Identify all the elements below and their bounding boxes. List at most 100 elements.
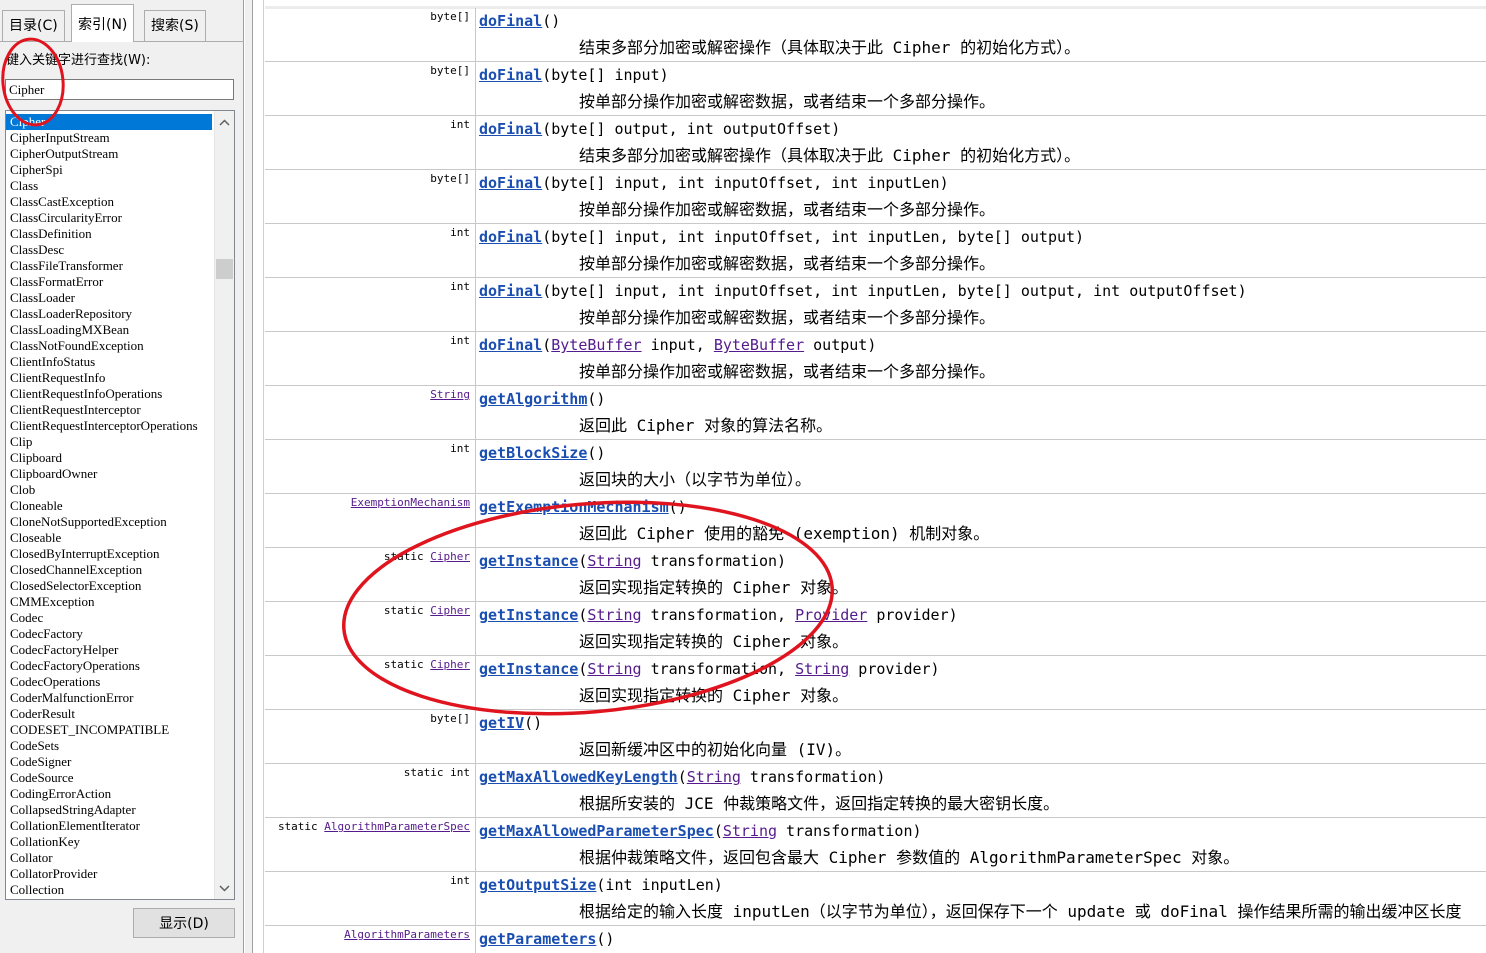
index-item[interactable]: CollapsedStringAdapter <box>6 802 212 818</box>
index-item[interactable]: CollationElementIterator <box>6 818 212 834</box>
method-signature: getMaxAllowedKeyLength(String transforma… <box>479 768 885 786</box>
index-item[interactable]: Collator <box>6 850 212 866</box>
method-name-link[interactable]: getBlockSize <box>479 444 587 462</box>
index-item[interactable]: CodecFactoryOperations <box>6 658 212 674</box>
index-item[interactable]: ClassFormatError <box>6 274 212 290</box>
index-item[interactable]: Clob <box>6 482 212 498</box>
index-item[interactable]: CoderMalfunctionError <box>6 690 212 706</box>
panel-splitter[interactable] <box>245 0 253 953</box>
index-item[interactable]: CodingErrorAction <box>6 786 212 802</box>
index-item[interactable]: ClassNotFoundException <box>6 338 212 354</box>
param-type-link[interactable]: ByteBuffer <box>551 336 641 354</box>
param-type-link[interactable]: String <box>587 660 641 678</box>
index-item[interactable]: Cloneable <box>6 498 212 514</box>
tab-index[interactable]: 索引(N) <box>71 4 135 42</box>
index-item[interactable]: ClassFileTransformer <box>6 258 212 274</box>
method-name-link[interactable]: getIV <box>479 714 524 732</box>
method-name-link[interactable]: getParameters <box>479 930 596 948</box>
method-name-link[interactable]: doFinal <box>479 228 542 246</box>
index-item[interactable]: CodecFactoryHelper <box>6 642 212 658</box>
param-type-link[interactable]: Provider <box>795 606 867 624</box>
index-item[interactable]: ClientRequestInfo <box>6 370 212 386</box>
param-type-link[interactable]: ByteBuffer <box>714 336 804 354</box>
return-type-link[interactable]: Cipher <box>430 658 470 671</box>
index-item[interactable]: ClientRequestInterceptorOperations <box>6 418 212 434</box>
index-item[interactable]: CMMException <box>6 594 212 610</box>
index-item[interactable]: ClassCircularityError <box>6 210 212 226</box>
index-item[interactable]: CODESET_INCOMPATIBLE <box>6 722 212 738</box>
return-type-link[interactable]: Cipher <box>430 550 470 563</box>
return-type-link[interactable]: String <box>430 388 470 401</box>
method-name-link[interactable]: doFinal <box>479 66 542 84</box>
method-name-link[interactable]: doFinal <box>479 12 542 30</box>
index-item[interactable]: Collection <box>6 882 212 898</box>
method-name-link[interactable]: doFinal <box>479 336 542 354</box>
index-item[interactable]: CloneNotSupportedException <box>6 514 212 530</box>
method-name-link[interactable]: getInstance <box>479 606 578 624</box>
index-list[interactable]: Cipher CipherInputStream CipherOutputStrea… <box>5 110 235 900</box>
method-name-link[interactable]: doFinal <box>479 174 542 192</box>
method-name-link[interactable]: doFinal <box>479 120 542 138</box>
index-item[interactable]: ClosedByInterruptException <box>6 546 212 562</box>
method-row: ExemptionMechanism getExemptionMechanism(… <box>265 494 1486 548</box>
method-name-link[interactable]: getInstance <box>479 552 578 570</box>
param-type-link[interactable]: String <box>723 822 777 840</box>
method-signature: doFinal() <box>479 12 560 30</box>
index-item[interactable]: CodeSets <box>6 738 212 754</box>
keyword-input[interactable] <box>5 79 234 100</box>
index-item[interactable]: ClientRequestInfoOperations <box>6 386 212 402</box>
param-type-link[interactable]: String <box>687 768 741 786</box>
display-button[interactable]: 显示(D) <box>133 908 235 938</box>
index-item[interactable]: CodecFactory <box>6 626 212 642</box>
chevron-up-icon[interactable] <box>215 113 234 131</box>
index-item[interactable]: Codec <box>6 610 212 626</box>
index-item[interactable]: CipherInputStream <box>6 130 212 146</box>
return-type: int <box>450 334 470 347</box>
index-item[interactable]: ClientInfoStatus <box>6 354 212 370</box>
index-item[interactable]: Cipher <box>6 114 212 130</box>
index-item[interactable]: ClassLoaderRepository <box>6 306 212 322</box>
index-item[interactable]: CodecOperations <box>6 674 212 690</box>
index-item[interactable]: ClassDefinition <box>6 226 212 242</box>
index-item[interactable]: CoderResult <box>6 706 212 722</box>
method-name-link[interactable]: doFinal <box>479 282 542 300</box>
index-item[interactable]: Class <box>6 178 212 194</box>
param-type-link[interactable]: String <box>795 660 849 678</box>
index-item[interactable]: CipherOutputStream <box>6 146 212 162</box>
return-type-link[interactable]: Cipher <box>430 604 470 617</box>
method-name-link[interactable]: getMaxAllowedKeyLength <box>479 768 678 786</box>
index-item[interactable]: ClassLoadingMXBean <box>6 322 212 338</box>
param-type-link[interactable]: String <box>587 606 641 624</box>
index-item[interactable]: Closeable <box>6 530 212 546</box>
index-item[interactable]: ClientRequestInterceptor <box>6 402 212 418</box>
index-item[interactable]: ClipboardOwner <box>6 466 212 482</box>
index-item[interactable]: ClassLoader <box>6 290 212 306</box>
index-item[interactable]: ClosedSelectorException <box>6 578 212 594</box>
method-row: String getAlgorithm() 返回此 Cipher 对象的算法名称。 <box>265 386 1486 440</box>
content-gutter <box>254 0 264 953</box>
index-item[interactable]: ClosedChannelException <box>6 562 212 578</box>
return-type-link[interactable]: AlgorithmParameterSpec <box>324 820 470 833</box>
chevron-down-icon[interactable] <box>215 879 234 897</box>
index-item[interactable]: CodeSigner <box>6 754 212 770</box>
index-item[interactable]: ClassCastException <box>6 194 212 210</box>
index-item[interactable]: CipherSpi <box>6 162 212 178</box>
tab-search[interactable]: 搜索(S) <box>144 10 206 42</box>
index-item[interactable]: CollationKey <box>6 834 212 850</box>
method-name-link[interactable]: getInstance <box>479 660 578 678</box>
index-item[interactable]: Clip <box>6 434 212 450</box>
method-name-link[interactable]: getAlgorithm <box>479 390 587 408</box>
method-name-link[interactable]: getExemptionMechanism <box>479 498 669 516</box>
index-scrollbar[interactable] <box>214 111 234 899</box>
scroll-thumb[interactable] <box>216 259 233 279</box>
index-item[interactable]: CollatorProvider <box>6 866 212 882</box>
param-type-link[interactable]: String <box>587 552 641 570</box>
index-item[interactable]: Clipboard <box>6 450 212 466</box>
method-name-link[interactable]: getMaxAllowedParameterSpec <box>479 822 714 840</box>
method-name-link[interactable]: getOutputSize <box>479 876 596 894</box>
tab-contents[interactable]: 目录(C) <box>2 10 65 42</box>
return-type-link[interactable]: AlgorithmParameters <box>344 928 470 941</box>
index-item[interactable]: CodeSource <box>6 770 212 786</box>
index-item[interactable]: ClassDesc <box>6 242 212 258</box>
return-type-link[interactable]: ExemptionMechanism <box>351 496 470 509</box>
